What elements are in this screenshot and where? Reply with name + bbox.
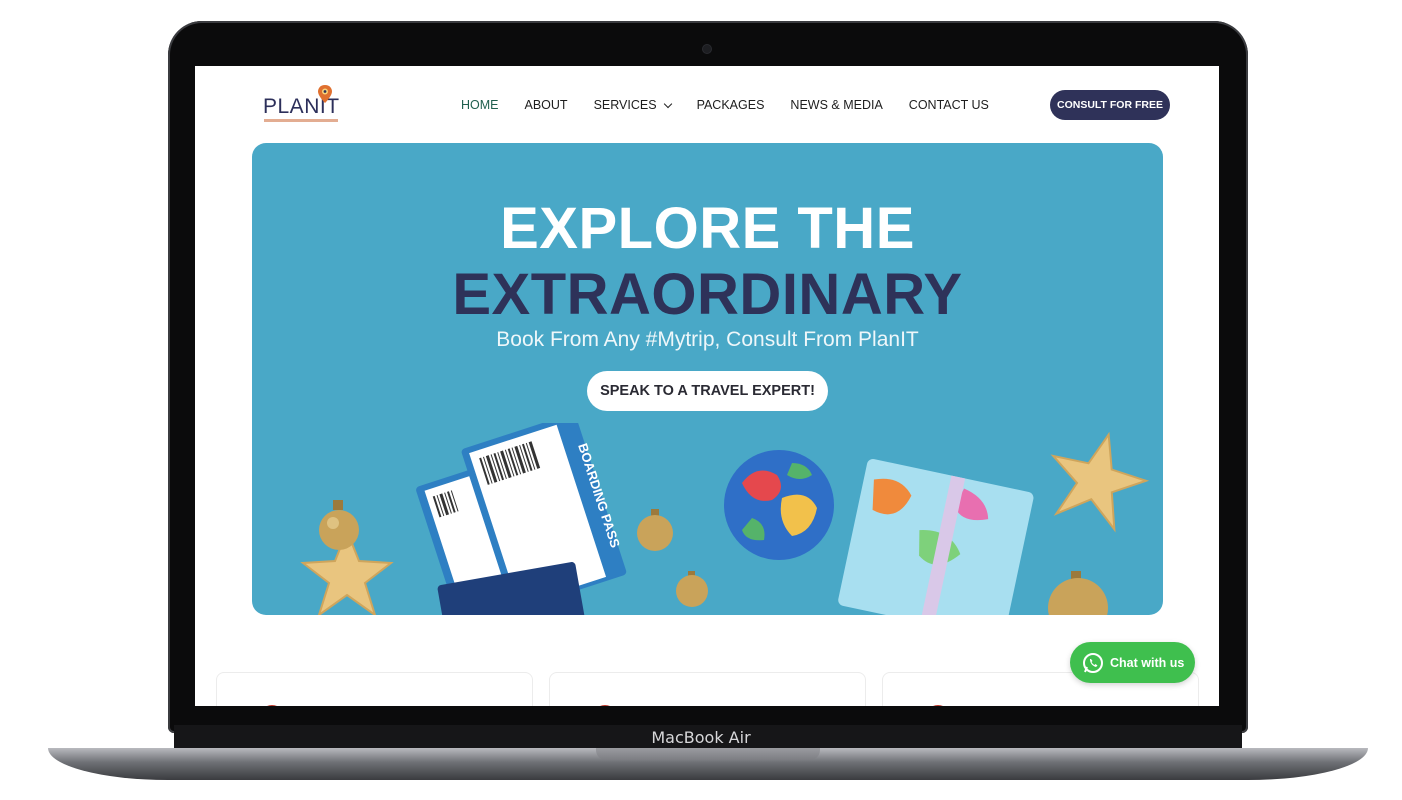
camera-icon [703, 45, 711, 53]
laptop-lid: PLANIT HOME ABOUT SERVICES PACKAGES NEWS… [168, 21, 1248, 733]
feature-icon [925, 705, 951, 706]
gift-box-icon [838, 459, 1034, 615]
nav-packages-label: PACKAGES [696, 98, 765, 112]
chevron-down-icon [663, 99, 672, 108]
starfish-right-icon [1050, 431, 1150, 533]
feature-icon [259, 705, 285, 706]
consult-for-free-button[interactable]: CONSULT FOR FREE [1050, 90, 1170, 120]
main-nav: HOME ABOUT SERVICES PACKAGES NEWS & MEDI… [461, 98, 989, 112]
hero-banner: EXPLORE THE EXTRAORDINARY Book From Any … [252, 143, 1163, 615]
feature-card-1[interactable] [216, 672, 533, 706]
feature-card-2[interactable] [549, 672, 866, 706]
nav-services[interactable]: SERVICES [593, 98, 672, 112]
nav-home-label: HOME [461, 98, 499, 112]
chat-label: Chat with us [1110, 655, 1185, 670]
nav-news-media-label: NEWS & MEDIA [790, 98, 883, 112]
globe-icon [724, 450, 834, 560]
nav-contact-us[interactable]: CONTACT US [909, 98, 989, 112]
hero-title-line1: EXPLORE THE [500, 196, 915, 261]
speak-to-travel-expert-button[interactable]: SPEAK TO A TRAVEL EXPERT! [587, 371, 828, 411]
logo-tagline [264, 119, 338, 122]
nav-about-label: ABOUT [524, 98, 568, 112]
laptop-notch [596, 748, 820, 760]
nav-about[interactable]: ABOUT [525, 98, 568, 112]
travel-illustration: BOARDING PASS [300, 423, 1150, 615]
nav-services-label: SERVICES [593, 98, 657, 112]
nav-contact-us-label: CONTACT US [908, 98, 989, 112]
nav-home[interactable]: HOME [461, 98, 499, 112]
chat-with-us-button[interactable]: Chat with us [1070, 642, 1195, 683]
ornament-left-icon [319, 500, 359, 550]
hero-title-line2: EXTRAORDINARY [452, 262, 963, 327]
device-model-label: MacBook Air [651, 728, 751, 747]
browser-viewport: PLANIT HOME ABOUT SERVICES PACKAGES NEWS… [195, 66, 1219, 706]
nav-news-media[interactable]: NEWS & MEDIA [790, 98, 882, 112]
hero-subtitle: Book From Any #Mytrip, Consult From Plan… [496, 328, 919, 351]
ornament-mid-icon [637, 509, 708, 607]
site-logo[interactable]: PLANIT [263, 78, 353, 128]
feature-icon [592, 705, 618, 706]
whatsapp-icon [1083, 652, 1103, 673]
location-pin-icon [318, 85, 332, 103]
nav-packages[interactable]: PACKAGES [697, 98, 765, 112]
ornament-right-icon [1048, 571, 1108, 615]
